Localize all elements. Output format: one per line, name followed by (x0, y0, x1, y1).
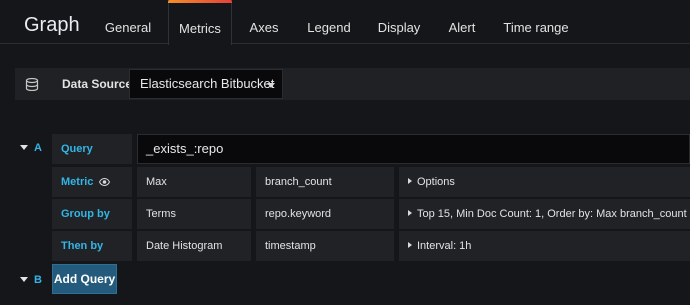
tab-time-range[interactable]: Time range (496, 0, 576, 44)
tab-general[interactable]: General (96, 0, 160, 44)
caret-right-icon (408, 242, 412, 248)
tab-metrics[interactable]: Metrics (168, 0, 232, 45)
query-input[interactable]: _exists_:repo (137, 134, 690, 164)
caret-right-icon (408, 178, 412, 184)
metric-options-label: Options (417, 176, 455, 188)
then-by-label: Then by (52, 231, 132, 261)
collapse-query-a-icon[interactable] (20, 145, 28, 150)
datasource-value: Elasticsearch Bitbucket (140, 76, 275, 91)
caret-right-icon (408, 210, 412, 216)
group-by-field-select[interactable]: repo.keyword (256, 199, 394, 229)
then-by-field-select[interactable]: timestamp (256, 231, 394, 261)
metric-label-text: Metric (61, 176, 94, 188)
chevron-down-icon (267, 83, 275, 88)
query-label: Query (52, 134, 132, 164)
tab-alert[interactable]: Alert (438, 0, 486, 44)
panel-editor-header: Graph General Metrics Axes Legend Displa… (0, 0, 690, 45)
eye-icon[interactable] (99, 178, 110, 186)
then-by-type-select[interactable]: Date Histogram (137, 231, 251, 261)
group-by-type-select[interactable]: Terms (137, 199, 251, 229)
then-by-options-label: Interval: 1h (417, 240, 472, 252)
tab-axes[interactable]: Axes (238, 0, 290, 44)
metric-field-select[interactable]: branch_count (256, 167, 394, 197)
tab-legend[interactable]: Legend (298, 0, 360, 44)
add-query-button[interactable]: Add Query (52, 264, 117, 294)
metric-options-toggle[interactable]: Options (399, 167, 690, 197)
group-by-options-label: Top 15, Min Doc Count: 1, Order by: Max … (417, 208, 687, 220)
datasource-select[interactable]: Elasticsearch Bitbucket (129, 69, 283, 99)
group-by-label: Group by (52, 199, 132, 229)
query-ref-id: B (34, 274, 42, 286)
tab-display[interactable]: Display (368, 0, 430, 44)
datasource-row: Data Source Elasticsearch Bitbucket (15, 68, 690, 100)
datasource-label: Data Source (62, 77, 133, 91)
metric-label: Metric (52, 167, 132, 197)
metric-agg-select[interactable]: Max (137, 167, 251, 197)
group-by-options-toggle[interactable]: Top 15, Min Doc Count: 1, Order by: Max … (399, 199, 690, 229)
panel-title: Graph (24, 14, 80, 36)
then-by-options-toggle[interactable]: Interval: 1h (399, 231, 690, 261)
query-ref-id: A (34, 142, 42, 154)
collapse-query-b-icon[interactable] (20, 277, 28, 282)
database-icon (25, 78, 39, 91)
